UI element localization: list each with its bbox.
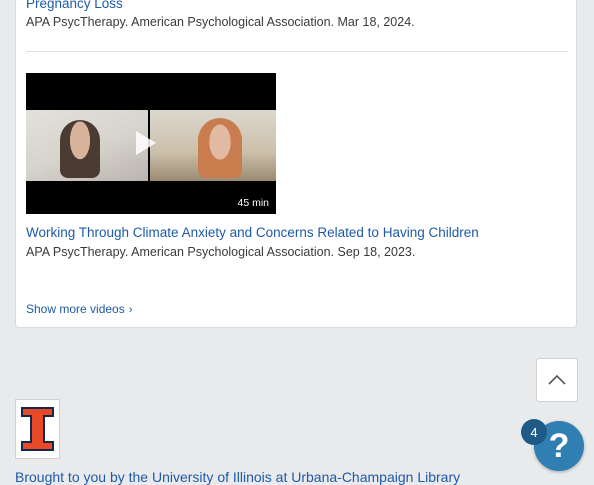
video-meta: APA PsycTherapy. American Psychological … <box>26 15 415 29</box>
chevron-up-icon <box>548 374 566 385</box>
video-title-link[interactable]: Pregnancy Loss <box>26 0 123 11</box>
question-mark-icon: ? <box>548 426 570 465</box>
scroll-to-top-button[interactable] <box>536 358 578 402</box>
video-participant-left <box>26 110 148 181</box>
video-thumbnail[interactable]: 45 min <box>26 73 276 214</box>
chevron-right-icon: › <box>128 304 133 316</box>
video-duration: 45 min <box>234 196 272 210</box>
play-icon[interactable] <box>136 131 156 155</box>
notification-badge: 4 <box>521 419 547 445</box>
divider <box>26 51 568 52</box>
show-more-videos-link[interactable]: Show more videos › <box>26 302 132 316</box>
video-participant-right <box>150 110 276 181</box>
footer-institution-link[interactable]: Brought to you by the University of Illi… <box>15 469 460 485</box>
video-title-link[interactable]: Working Through Climate Anxiety and Conc… <box>26 225 479 240</box>
illinois-block-i-icon <box>21 407 54 451</box>
show-more-label: Show more videos <box>26 302 125 316</box>
video-meta: APA PsycTherapy. American Psychological … <box>26 245 416 259</box>
university-logo[interactable] <box>15 399 60 459</box>
